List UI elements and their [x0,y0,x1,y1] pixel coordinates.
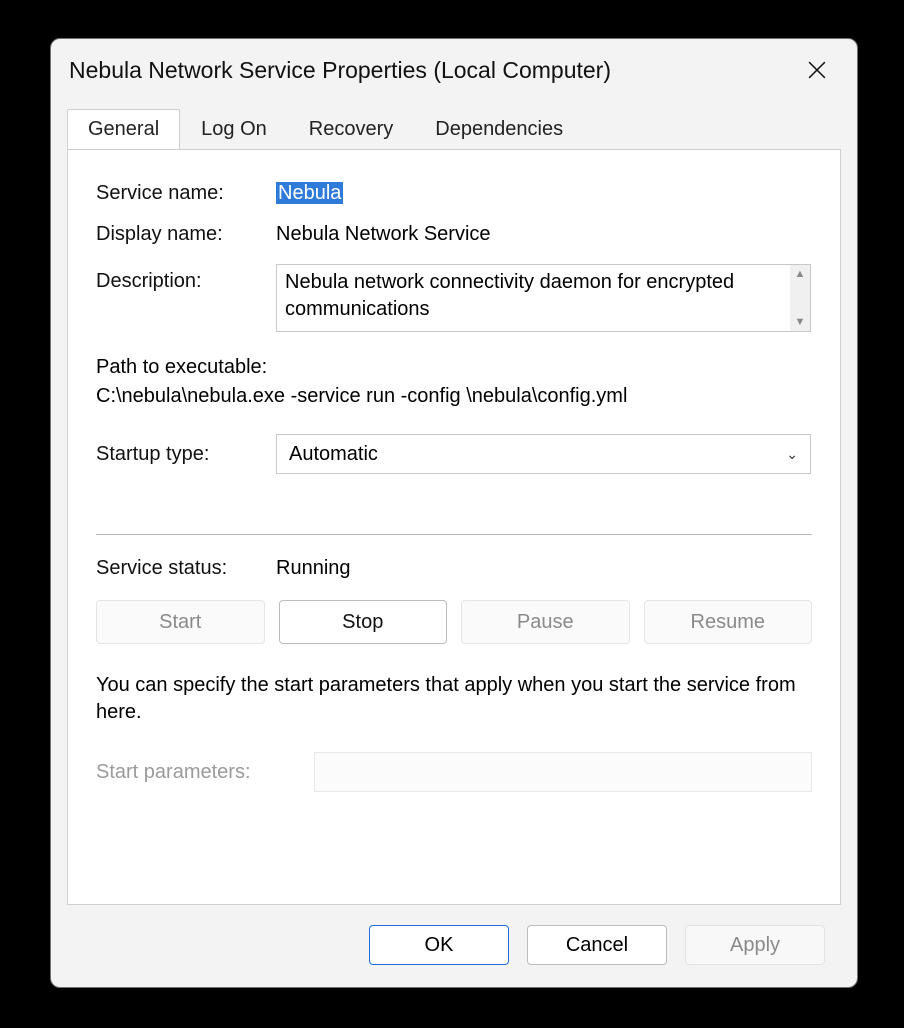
apply-button: Apply [685,925,825,965]
path-label: Path to executable: [96,356,812,379]
dialog-button-row: OK Cancel Apply [369,925,825,965]
description-textbox[interactable]: Nebula network connectivity daemon for e… [276,264,811,332]
service-name-value[interactable]: Nebula [276,182,343,204]
service-properties-dialog: Nebula Network Service Properties (Local… [50,38,858,988]
start-parameters-label: Start parameters: [96,761,314,784]
tab-recovery[interactable]: Recovery [288,109,414,150]
startup-type-label: Startup type: [96,443,276,466]
start-button: Start [96,600,265,644]
display-name-label: Display name: [96,223,276,246]
display-name-value: Nebula Network Service [276,223,812,246]
cancel-button[interactable]: Cancel [527,925,667,965]
close-button[interactable] [795,48,839,92]
scroll-up-icon[interactable]: ▲ [795,265,806,283]
close-icon [808,61,826,79]
scroll-down-icon[interactable]: ▼ [795,313,806,331]
tab-log-on[interactable]: Log On [180,109,288,150]
service-status-value: Running [276,557,351,580]
ok-button[interactable]: OK [369,925,509,965]
tab-general[interactable]: General [67,109,180,150]
service-name-label: Service name: [96,182,276,205]
tab-dependencies[interactable]: Dependencies [414,109,584,150]
divider [96,534,812,535]
start-parameters-input [314,752,812,792]
stop-button[interactable]: Stop [279,600,448,644]
resume-button: Resume [644,600,813,644]
startup-type-select[interactable]: Automatic ⌄ [276,434,811,474]
tab-strip: General Log On Recovery Dependencies [51,95,857,149]
startup-type-value: Automatic [289,443,378,466]
description-scrollbar[interactable]: ▲ ▼ [790,265,810,331]
chevron-down-icon: ⌄ [786,446,798,463]
description-label: Description: [96,264,276,293]
description-value: Nebula network connectivity daemon for e… [285,271,734,320]
general-tab-panel: Service name: Nebula Display name: Nebul… [67,149,841,905]
pause-button: Pause [461,600,630,644]
service-status-label: Service status: [96,557,276,580]
path-value: C:\nebula\nebula.exe -service run -confi… [96,385,812,408]
titlebar: Nebula Network Service Properties (Local… [51,39,857,95]
dialog-title: Nebula Network Service Properties (Local… [69,57,611,84]
start-params-help-text: You can specify the start parameters tha… [96,672,812,726]
